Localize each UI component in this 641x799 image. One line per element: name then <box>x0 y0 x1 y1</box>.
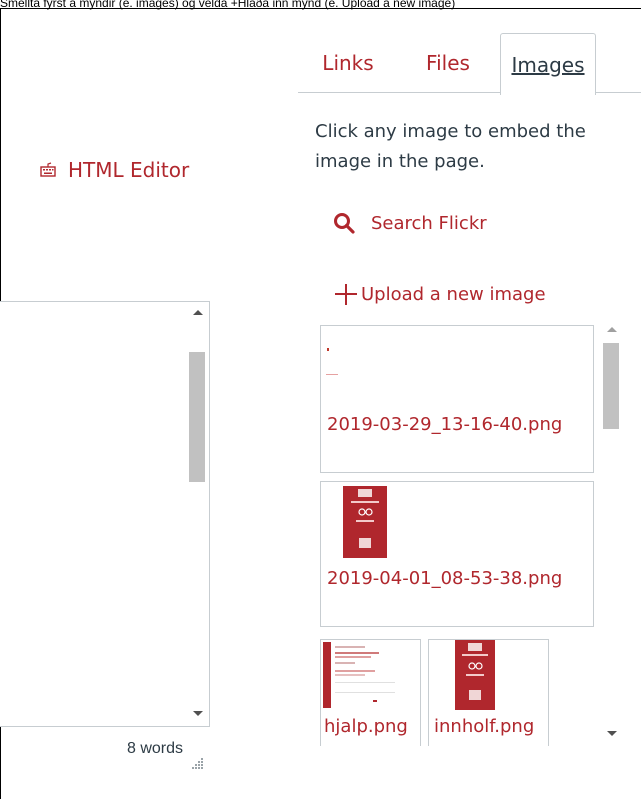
image-item[interactable]: hjalp.png <box>320 639 421 746</box>
keyboard-icon <box>40 162 56 177</box>
resize-handle-icon[interactable] <box>190 756 204 770</box>
upload-image-label: Upload a new image <box>361 283 546 305</box>
image-item[interactable]: innholf.png <box>428 639 549 746</box>
editor-scrollbar[interactable] <box>189 302 207 726</box>
image-filename: innholf.png <box>434 716 535 737</box>
html-editor-button[interactable]: HTML Editor <box>40 158 189 182</box>
image-item[interactable]: 2019-03-29_13-16-40.png <box>320 325 594 473</box>
content-tabs: Links Files Images <box>298 33 641 95</box>
image-filename: hjalp.png <box>324 716 408 737</box>
image-filename: 2019-03-29_13-16-40.png <box>327 414 563 435</box>
scroll-down-icon[interactable] <box>193 711 203 716</box>
image-item[interactable]: 2019-04-01_08-53-38.png <box>320 481 594 627</box>
search-flickr-label: Search Flickr <box>371 212 487 234</box>
rich-content-editor[interactable] <box>0 301 210 727</box>
image-list-scrollbar[interactable] <box>602 317 622 746</box>
tab-links[interactable]: Links <box>310 33 386 93</box>
image-thumbnail <box>455 640 495 710</box>
image-thumbnail <box>326 348 338 375</box>
search-icon <box>334 213 355 234</box>
editor-scroll-thumb[interactable] <box>189 352 205 482</box>
image-thumbnail <box>323 642 395 708</box>
images-instructions: Click any image to embed the image in th… <box>315 121 586 172</box>
plus-icon <box>335 284 357 305</box>
scroll-up-icon[interactable] <box>607 327 617 332</box>
image-list: 2019-03-29_13-16-40.png 2019-04-01_08-53… <box>313 317 622 746</box>
tab-images[interactable]: Images <box>500 33 596 95</box>
html-editor-label: HTML Editor <box>68 158 190 182</box>
image-list-scroll-thumb[interactable] <box>603 343 619 429</box>
scroll-up-icon[interactable] <box>193 310 203 315</box>
tab-files[interactable]: Files <box>408 33 488 93</box>
image-filename: 2019-04-01_08-53-38.png <box>327 568 563 589</box>
scroll-down-icon[interactable] <box>607 731 617 736</box>
search-flickr-link[interactable]: Search Flickr <box>333 212 487 234</box>
upload-image-link[interactable]: Upload a new image <box>333 281 546 307</box>
word-count: 8 words <box>127 740 184 757</box>
image-thumbnail <box>343 486 387 558</box>
